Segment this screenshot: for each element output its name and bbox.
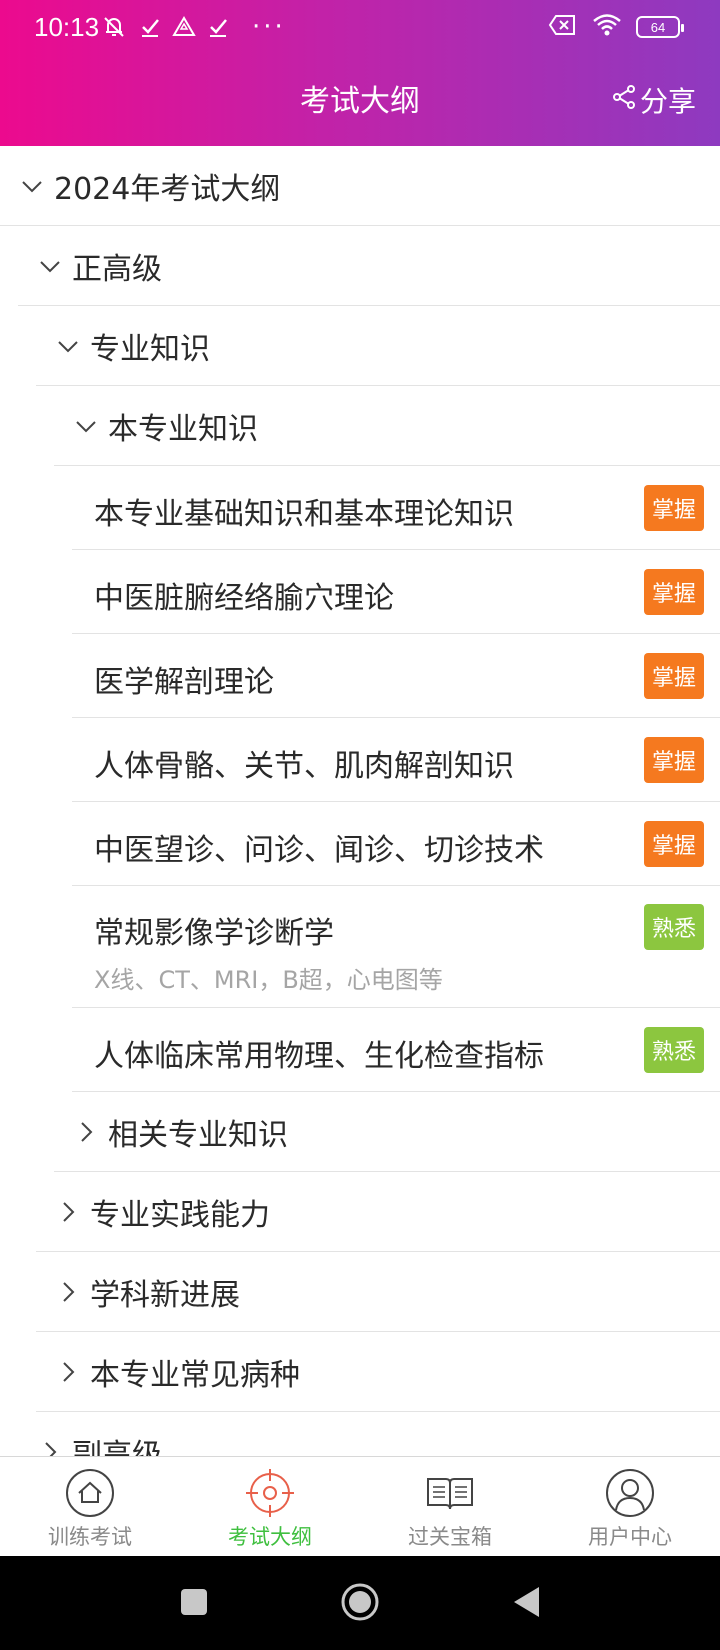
mastery-badge: 掌握: [644, 653, 704, 699]
tab-label: 用户中心: [588, 1525, 672, 1549]
tab-label: 考试大纲: [228, 1525, 312, 1549]
circle-icon: [340, 1582, 380, 1626]
tree-node-label: 相关专业知识: [108, 1117, 288, 1153]
target-icon: [244, 1467, 296, 1519]
share-label: 分享: [639, 85, 696, 118]
tree-node-label: 2024年考试大纲: [54, 171, 281, 207]
square-icon: [179, 1587, 209, 1621]
syllabus-item[interactable]: 中医望诊、问诊、闻诊、切诊技术 掌握: [72, 802, 720, 886]
user-icon: [604, 1467, 656, 1519]
syllabus-item-label: 中医望诊、问诊、闻诊、切诊技术: [94, 833, 544, 868]
tree-node-deputy-senior[interactable]: 副高级: [18, 1412, 720, 1456]
check-icon: [138, 15, 162, 39]
back-button[interactable]: [500, 1578, 552, 1630]
share-button[interactable]: 分享: [612, 80, 696, 120]
back-triangle-icon: [511, 1585, 541, 1623]
tree-node-label: 正高级: [72, 251, 162, 287]
tab-user-center[interactable]: 用户中心: [540, 1457, 720, 1556]
status-time: 10:13: [34, 12, 100, 42]
mastery-badge: 掌握: [644, 485, 704, 531]
tree-node-senior[interactable]: 正高级: [18, 226, 720, 306]
more-notifications-icon: ···: [252, 12, 286, 42]
chevron-down-icon: [18, 172, 46, 200]
tree-node-label: 本专业知识: [108, 411, 258, 447]
syllabus-item[interactable]: 人体临床常用物理、生化检查指标 熟悉: [72, 1008, 720, 1092]
tree-node-common-diseases[interactable]: 本专业常见病种: [36, 1332, 720, 1412]
mute-bell-icon: [100, 13, 128, 41]
tree-node-label: 本专业常见病种: [90, 1357, 300, 1393]
tree-node-root[interactable]: 2024年考试大纲: [0, 146, 720, 226]
tab-treasure-box[interactable]: 过关宝箱: [360, 1457, 540, 1556]
mastery-badge: 掌握: [644, 821, 704, 867]
syllabus-item[interactable]: 本专业基础知识和基本理论知识 掌握: [72, 466, 720, 550]
sim-off-icon: [548, 13, 578, 41]
familiarity-badge: 熟悉: [644, 904, 704, 950]
tab-exam-syllabus[interactable]: 考试大纲: [180, 1457, 360, 1556]
syllabus-item-note: X线、CT、MRI，B超，心电图等: [94, 966, 443, 994]
tree-node-label: 专业知识: [90, 331, 210, 367]
familiarity-badge: 熟悉: [644, 1027, 704, 1073]
wifi-icon: [592, 13, 622, 41]
tab-training-exam[interactable]: 训练考试: [0, 1457, 180, 1556]
tree-node-label: 学科新进展: [90, 1277, 240, 1313]
syllabus-item-label: 医学解剖理论: [94, 665, 274, 700]
syllabus-tree: 2024年考试大纲 正高级 专业知识 本专业知识 本专业基础知识和基本理论知识 …: [0, 146, 720, 1456]
chevron-right-icon: [54, 1358, 82, 1386]
syllabus-item-label: 人体骨骼、关节、肌肉解剖知识: [94, 749, 514, 784]
syllabus-item-label: 人体临床常用物理、生化检查指标: [94, 1039, 544, 1074]
bottom-tab-bar: 训练考试 考试大纲 过关宝箱 用户中心: [0, 1456, 720, 1556]
system-navigation-bar: [0, 1556, 720, 1650]
tab-label: 训练考试: [48, 1525, 132, 1549]
tree-node-label: 专业实践能力: [90, 1197, 270, 1233]
chevron-right-icon: [54, 1198, 82, 1226]
tree-node-practice-ability[interactable]: 专业实践能力: [36, 1172, 720, 1252]
tree-node-new-progress[interactable]: 学科新进展: [36, 1252, 720, 1332]
syllabus-item[interactable]: 人体骨骼、关节、肌肉解剖知识 掌握: [72, 718, 720, 802]
syllabus-item[interactable]: 中医脏腑经络腧穴理论 掌握: [72, 550, 720, 634]
chevron-right-icon: [72, 1118, 100, 1146]
chevron-down-icon: [54, 332, 82, 360]
chevron-right-icon: [36, 1438, 64, 1456]
chevron-down-icon: [36, 252, 64, 280]
chevron-down-icon: [72, 412, 100, 440]
share-icon: [612, 84, 636, 117]
battery-icon: 64: [636, 16, 684, 38]
mastery-badge: 掌握: [644, 737, 704, 783]
recents-button[interactable]: [168, 1578, 220, 1630]
home-button[interactable]: [334, 1578, 386, 1630]
chevron-right-icon: [54, 1278, 82, 1306]
tree-node-related-specialty[interactable]: 相关专业知识: [54, 1092, 720, 1172]
status-system-icons: 64: [548, 12, 684, 42]
tree-node-professional-knowledge[interactable]: 专业知识: [36, 306, 720, 386]
syllabus-item-label: 常规影像学诊断学: [94, 916, 334, 951]
syllabus-item-label: 中医脏腑经络腧穴理论: [94, 581, 394, 616]
home-icon: [64, 1467, 116, 1519]
check-icon: [206, 15, 230, 39]
status-notification-icons: ···: [100, 12, 286, 42]
tree-node-label: 副高级: [72, 1438, 162, 1456]
syllabus-item-label: 本专业基础知识和基本理论知识: [94, 497, 514, 532]
tab-label: 过关宝箱: [408, 1525, 492, 1549]
book-icon: [424, 1467, 476, 1519]
syllabus-item[interactable]: 常规影像学诊断学 X线、CT、MRI，B超，心电图等 熟悉: [72, 886, 720, 1008]
syllabus-item[interactable]: 医学解剖理论 掌握: [72, 634, 720, 718]
tree-node-own-specialty[interactable]: 本专业知识: [54, 386, 720, 466]
app-header: 10:13 ··· 64 考试大纲 分享: [0, 0, 720, 146]
warning-icon: [172, 15, 196, 39]
mastery-badge: 掌握: [644, 569, 704, 615]
status-bar: 10:13 ··· 64: [0, 0, 720, 56]
